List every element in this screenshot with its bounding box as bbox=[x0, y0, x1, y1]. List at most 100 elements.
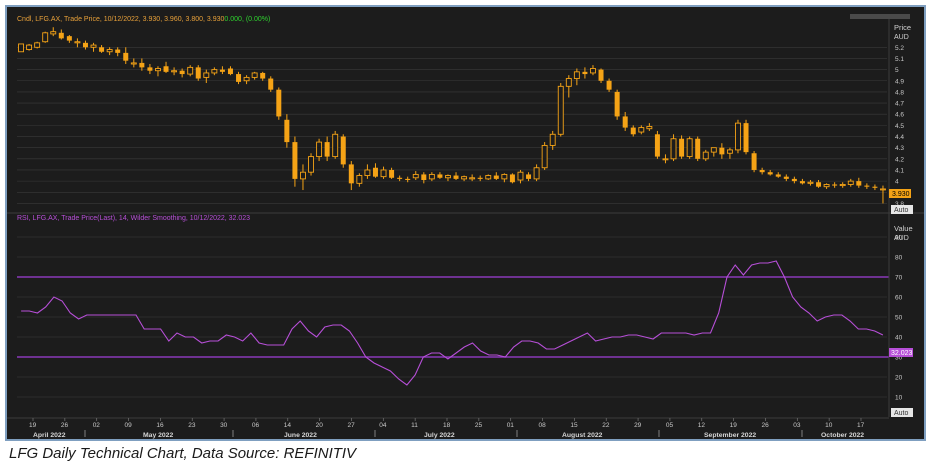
candle-body bbox=[211, 69, 218, 74]
candle-body bbox=[710, 147, 717, 153]
rsi-axis-unit: AUD bbox=[894, 235, 909, 242]
candle-body bbox=[187, 66, 194, 75]
candle-body bbox=[606, 80, 612, 90]
day-tick-label: 02 bbox=[93, 422, 101, 429]
rsi-line bbox=[21, 260, 884, 386]
technical-chart: 3.83.944.14.24.34.44.54.64.74.84.955.15.… bbox=[7, 16, 924, 439]
chart-window: 3.83.944.14.24.34.44.54.64.74.84.955.15.… bbox=[5, 5, 926, 441]
candle-body bbox=[598, 69, 604, 81]
price-tick-label: 4.6 bbox=[895, 112, 904, 119]
candle-body bbox=[702, 151, 709, 160]
candle-body bbox=[106, 49, 113, 53]
candle-body bbox=[791, 178, 797, 182]
day-tick-label: 30 bbox=[220, 422, 228, 429]
candle-body bbox=[679, 138, 685, 157]
price-axis-unit: AUD bbox=[894, 34, 909, 41]
candle-body bbox=[292, 142, 298, 179]
rsi-axis-title: Value bbox=[894, 224, 913, 233]
candle-body bbox=[517, 171, 524, 181]
candle-body bbox=[308, 156, 314, 173]
price-tick-label: 4.8 bbox=[895, 89, 904, 96]
day-tick-label: 10 bbox=[825, 422, 833, 429]
price-tick-label: 4 bbox=[895, 179, 899, 186]
candle-body bbox=[847, 180, 854, 185]
candle-body bbox=[348, 164, 354, 184]
rsi-tick-label: 20 bbox=[895, 375, 903, 382]
price-tick-label: 4.1 bbox=[895, 167, 904, 174]
candle-body bbox=[783, 176, 789, 179]
candle-body bbox=[26, 44, 33, 50]
candle-body bbox=[260, 72, 266, 79]
candle-body bbox=[251, 72, 258, 78]
candle-body bbox=[445, 175, 451, 179]
day-tick-label: 19 bbox=[29, 422, 37, 429]
candle-body bbox=[364, 169, 371, 176]
candle-body bbox=[735, 122, 741, 151]
candle-body bbox=[18, 43, 24, 53]
candle-body bbox=[493, 175, 499, 179]
candle-body bbox=[614, 91, 620, 117]
day-tick-label: 26 bbox=[61, 422, 69, 429]
candle-body bbox=[243, 76, 250, 82]
candle-body bbox=[573, 71, 580, 79]
month-label: June 2022 bbox=[284, 432, 317, 439]
day-tick-label: 08 bbox=[539, 422, 547, 429]
candle-body bbox=[268, 78, 274, 90]
candle-body bbox=[66, 36, 72, 41]
month-label: April 2022 bbox=[33, 432, 66, 439]
candle-body bbox=[477, 177, 483, 179]
candle-body bbox=[526, 174, 532, 179]
candle-body bbox=[155, 68, 161, 72]
price-tick-label: 5.2 bbox=[895, 45, 904, 52]
candle-body bbox=[638, 127, 645, 133]
candle-body bbox=[485, 175, 492, 180]
candle-body bbox=[839, 184, 846, 187]
candle-body bbox=[823, 184, 830, 188]
rsi-grid bbox=[17, 236, 887, 398]
candle-body bbox=[179, 70, 185, 75]
rsi-legend: RSI, LFG.AX, Trade Price(Last), 14, Wild… bbox=[17, 215, 250, 222]
candle-body bbox=[405, 178, 411, 181]
day-tick-label: 14 bbox=[284, 422, 292, 429]
month-label: August 2022 bbox=[562, 432, 603, 439]
price-last-label: 3.930 bbox=[892, 191, 910, 198]
rsi-last-label: 32.023 bbox=[891, 350, 913, 357]
day-tick-label: 19 bbox=[730, 422, 738, 429]
candle-body bbox=[565, 78, 572, 87]
candle-body bbox=[171, 70, 178, 73]
candles bbox=[18, 27, 886, 204]
day-tick-label: 25 bbox=[475, 422, 483, 429]
candle-body bbox=[123, 52, 129, 61]
day-tick-label: 05 bbox=[666, 422, 674, 429]
candle-body bbox=[324, 142, 330, 157]
rsi-tick-label: 70 bbox=[895, 275, 903, 282]
day-tick-label: 29 bbox=[634, 422, 642, 429]
candle-body bbox=[807, 181, 814, 184]
candle-body bbox=[719, 147, 725, 155]
candle-body bbox=[816, 182, 822, 187]
candle-body bbox=[356, 175, 363, 184]
candle-body bbox=[139, 62, 145, 68]
candle-body bbox=[372, 167, 378, 177]
candle-body bbox=[428, 173, 435, 180]
day-tick-label: 01 bbox=[507, 422, 515, 429]
candle-body bbox=[453, 175, 459, 179]
candle-body bbox=[880, 188, 886, 191]
candle-body bbox=[662, 158, 669, 161]
candle-body bbox=[163, 66, 169, 72]
candle-body bbox=[686, 138, 693, 158]
month-label: October 2022 bbox=[821, 432, 864, 439]
candle-body bbox=[695, 138, 701, 159]
day-tick-label: 20 bbox=[316, 422, 324, 429]
candle-body bbox=[332, 133, 339, 158]
rsi-tick-label: 10 bbox=[895, 395, 903, 402]
candle-body bbox=[130, 62, 137, 65]
candle-body bbox=[42, 32, 49, 43]
candle-body bbox=[236, 74, 242, 82]
month-label: July 2022 bbox=[424, 432, 455, 439]
candle-body bbox=[549, 133, 556, 146]
candle-body bbox=[340, 136, 346, 165]
month-label: May 2022 bbox=[143, 432, 173, 439]
candle-body bbox=[380, 169, 387, 178]
candle-body bbox=[654, 134, 660, 157]
